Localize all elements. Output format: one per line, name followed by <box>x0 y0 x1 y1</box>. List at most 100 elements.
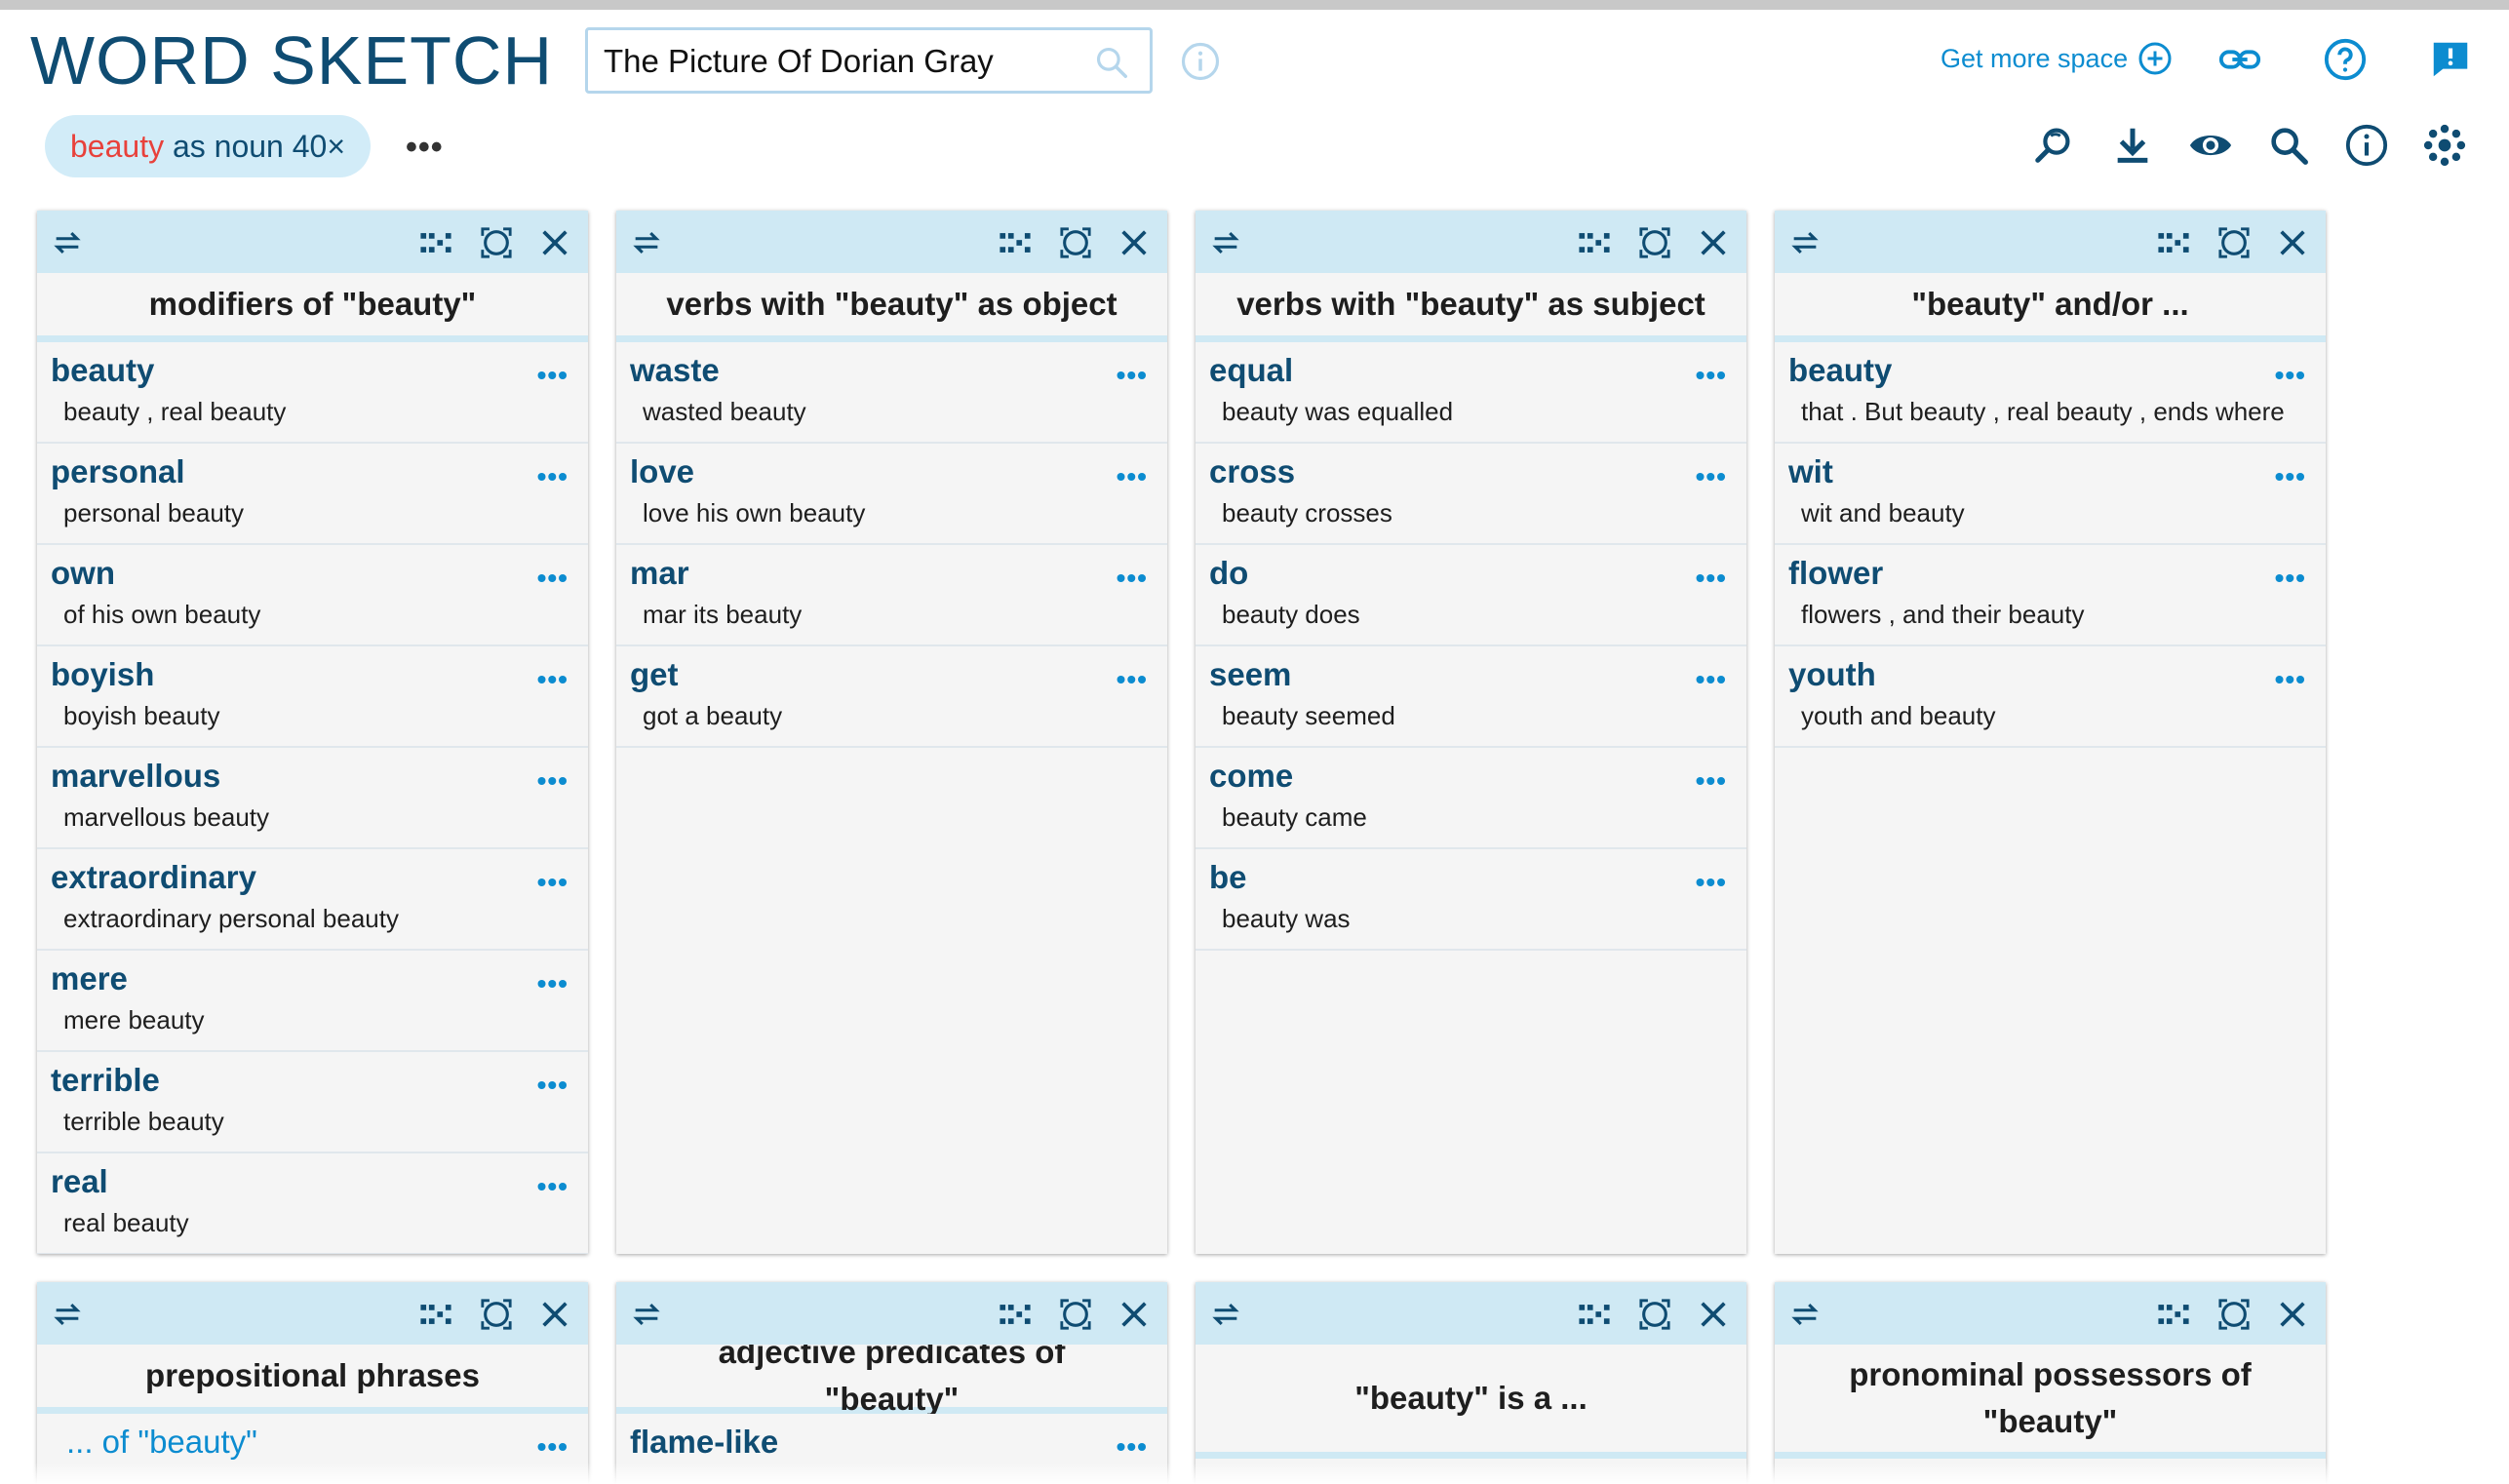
focus-icon[interactable] <box>1638 226 1671 259</box>
collocation-row[interactable]: get got a beauty ••• <box>616 646 1167 748</box>
focus-icon[interactable] <box>1059 226 1092 259</box>
collocation-row[interactable]: mere mere beauty ••• <box>37 951 588 1052</box>
row-more-button[interactable]: ••• <box>537 1431 568 1463</box>
row-more-button[interactable]: ••• <box>537 1171 568 1202</box>
collocation-row[interactable]: youth youth and beauty ••• <box>1775 646 2326 748</box>
collocation-row[interactable]: terrible terrible beauty ••• <box>37 1052 588 1153</box>
collocate-word[interactable]: beauty <box>1788 352 1892 389</box>
info-icon[interactable] <box>2344 123 2389 168</box>
swap-icon[interactable] <box>1209 1298 1242 1331</box>
help-icon[interactable] <box>2323 37 2368 82</box>
collocation-row[interactable]: love love his own beauty ••• <box>616 444 1167 545</box>
swap-icon[interactable] <box>51 226 84 259</box>
collocation-row[interactable]: flower flowers , and their beauty ••• <box>1775 545 2326 646</box>
row-more-button[interactable]: ••• <box>1696 765 1727 797</box>
collocate-word[interactable]: seem <box>1209 656 1291 693</box>
row-more-button[interactable]: ••• <box>1696 360 1727 391</box>
row-more-button[interactable]: ••• <box>1117 563 1148 594</box>
focus-icon[interactable] <box>1638 1298 1671 1331</box>
search-input[interactable] <box>604 40 1072 83</box>
focus-icon[interactable] <box>480 226 513 259</box>
row-more-button[interactable]: ••• <box>537 664 568 695</box>
row-more-button[interactable]: ••• <box>2275 360 2306 391</box>
collocation-row[interactable]: beauty that . But beauty , real beauty , … <box>1775 342 2326 444</box>
columns-icon[interactable] <box>999 226 1032 259</box>
collocation-row[interactable]: mar mar its beauty ••• <box>616 545 1167 646</box>
swap-icon[interactable] <box>1788 226 1822 259</box>
swap-icon[interactable] <box>51 1298 84 1331</box>
collocate-word[interactable]: beauty <box>51 352 154 389</box>
collocate-word[interactable]: love <box>630 453 694 490</box>
app-title[interactable]: WORD SKETCH <box>30 21 553 99</box>
columns-icon[interactable] <box>419 226 452 259</box>
collocate-word[interactable]: equal <box>1209 352 1293 389</box>
row-more-button[interactable]: ••• <box>1117 360 1148 391</box>
columns-icon[interactable] <box>419 1298 452 1331</box>
close-icon[interactable] <box>1697 226 1730 259</box>
collocate-word[interactable]: get <box>630 656 679 693</box>
collocate-word[interactable]: real <box>51 1163 108 1200</box>
info-icon[interactable] <box>1180 41 1221 82</box>
row-more-button[interactable]: ••• <box>537 461 568 492</box>
row-more-button[interactable]: ••• <box>1117 664 1148 695</box>
row-more-button[interactable]: ••• <box>1696 563 1727 594</box>
row-more-button[interactable]: ••• <box>537 765 568 797</box>
collocate-word[interactable]: do <box>1209 555 1248 592</box>
collocate-word[interactable]: be <box>1209 859 1247 896</box>
settings-icon[interactable] <box>2422 123 2467 168</box>
collocation-row[interactable]: boyish boyish beauty ••• <box>37 646 588 748</box>
row-more-button[interactable]: ••• <box>537 563 568 594</box>
download-icon[interactable] <box>2110 123 2155 168</box>
collocate-word[interactable]: boyish <box>51 656 154 693</box>
zoom-search-icon[interactable] <box>2032 123 2077 168</box>
search-box[interactable] <box>585 27 1153 94</box>
search-icon[interactable] <box>2266 123 2311 168</box>
collocate-word[interactable]: wit <box>1788 453 1833 490</box>
columns-icon[interactable] <box>2157 1298 2190 1331</box>
collocation-row[interactable]: do beauty does ••• <box>1196 545 1746 646</box>
collocation-row[interactable]: extraordinary extraordinary personal beau… <box>37 849 588 951</box>
collocation-row[interactable]: waste wasted beauty ••• <box>616 342 1167 444</box>
columns-icon[interactable] <box>2157 226 2190 259</box>
swap-icon[interactable] <box>1788 1298 1822 1331</box>
collocation-row[interactable]: marvellous marvellous beauty ••• <box>37 748 588 849</box>
collocation-row[interactable]: seem beauty seemed ••• <box>1196 646 1746 748</box>
focus-icon[interactable] <box>1059 1298 1092 1331</box>
row-more-button[interactable]: ••• <box>537 867 568 898</box>
columns-icon[interactable] <box>1578 1298 1611 1331</box>
collocate-word[interactable]: cross <box>1209 453 1295 490</box>
collocation-row[interactable]: personal personal beauty ••• <box>37 444 588 545</box>
collocate-word[interactable]: flame-like <box>630 1424 778 1461</box>
row-more-button[interactable]: ••• <box>1696 664 1727 695</box>
close-icon[interactable] <box>1697 1298 1730 1331</box>
collocate-word[interactable]: mar <box>630 555 689 592</box>
row-more-button[interactable]: ••• <box>2275 461 2306 492</box>
link-icon[interactable] <box>2217 37 2262 82</box>
collocation-row[interactable]: real real beauty ••• <box>37 1153 588 1254</box>
swap-icon[interactable] <box>630 226 663 259</box>
swap-icon[interactable] <box>630 1298 663 1331</box>
close-icon[interactable] <box>2276 1298 2309 1331</box>
row-more-button[interactable]: ••• <box>2275 664 2306 695</box>
collocate-word[interactable]: ... of "beauty" <box>66 1424 257 1461</box>
collocate-word[interactable]: flower <box>1788 555 1883 592</box>
collocation-row[interactable]: cross beauty crosses ••• <box>1196 444 1746 545</box>
collocation-row[interactable]: own of his own beauty ••• <box>37 545 588 646</box>
collocation-row[interactable]: beauty beauty , real beauty ••• <box>37 342 588 444</box>
feedback-icon[interactable] <box>2428 37 2473 82</box>
collocation-row[interactable]: equal beauty was equalled ••• <box>1196 342 1746 444</box>
close-icon[interactable] <box>1117 1298 1151 1331</box>
focus-icon[interactable] <box>480 1298 513 1331</box>
collocate-word[interactable]: marvellous <box>51 758 220 795</box>
collocation-row[interactable]: be beauty was ••• <box>1196 849 1746 951</box>
collocate-word[interactable]: mere <box>51 960 128 997</box>
collocate-word[interactable]: terrible <box>51 1062 160 1099</box>
collocate-word[interactable]: own <box>51 555 115 592</box>
close-icon[interactable] <box>538 1298 571 1331</box>
collocation-row[interactable]: come beauty came ••• <box>1196 748 1746 849</box>
collocate-word[interactable]: waste <box>630 352 720 389</box>
row-more-button[interactable]: ••• <box>537 968 568 999</box>
row-more-button[interactable]: ••• <box>1117 461 1148 492</box>
query-chip[interactable]: beauty as noun 40× <box>45 115 372 177</box>
row-more-button[interactable]: ••• <box>1117 1431 1148 1463</box>
